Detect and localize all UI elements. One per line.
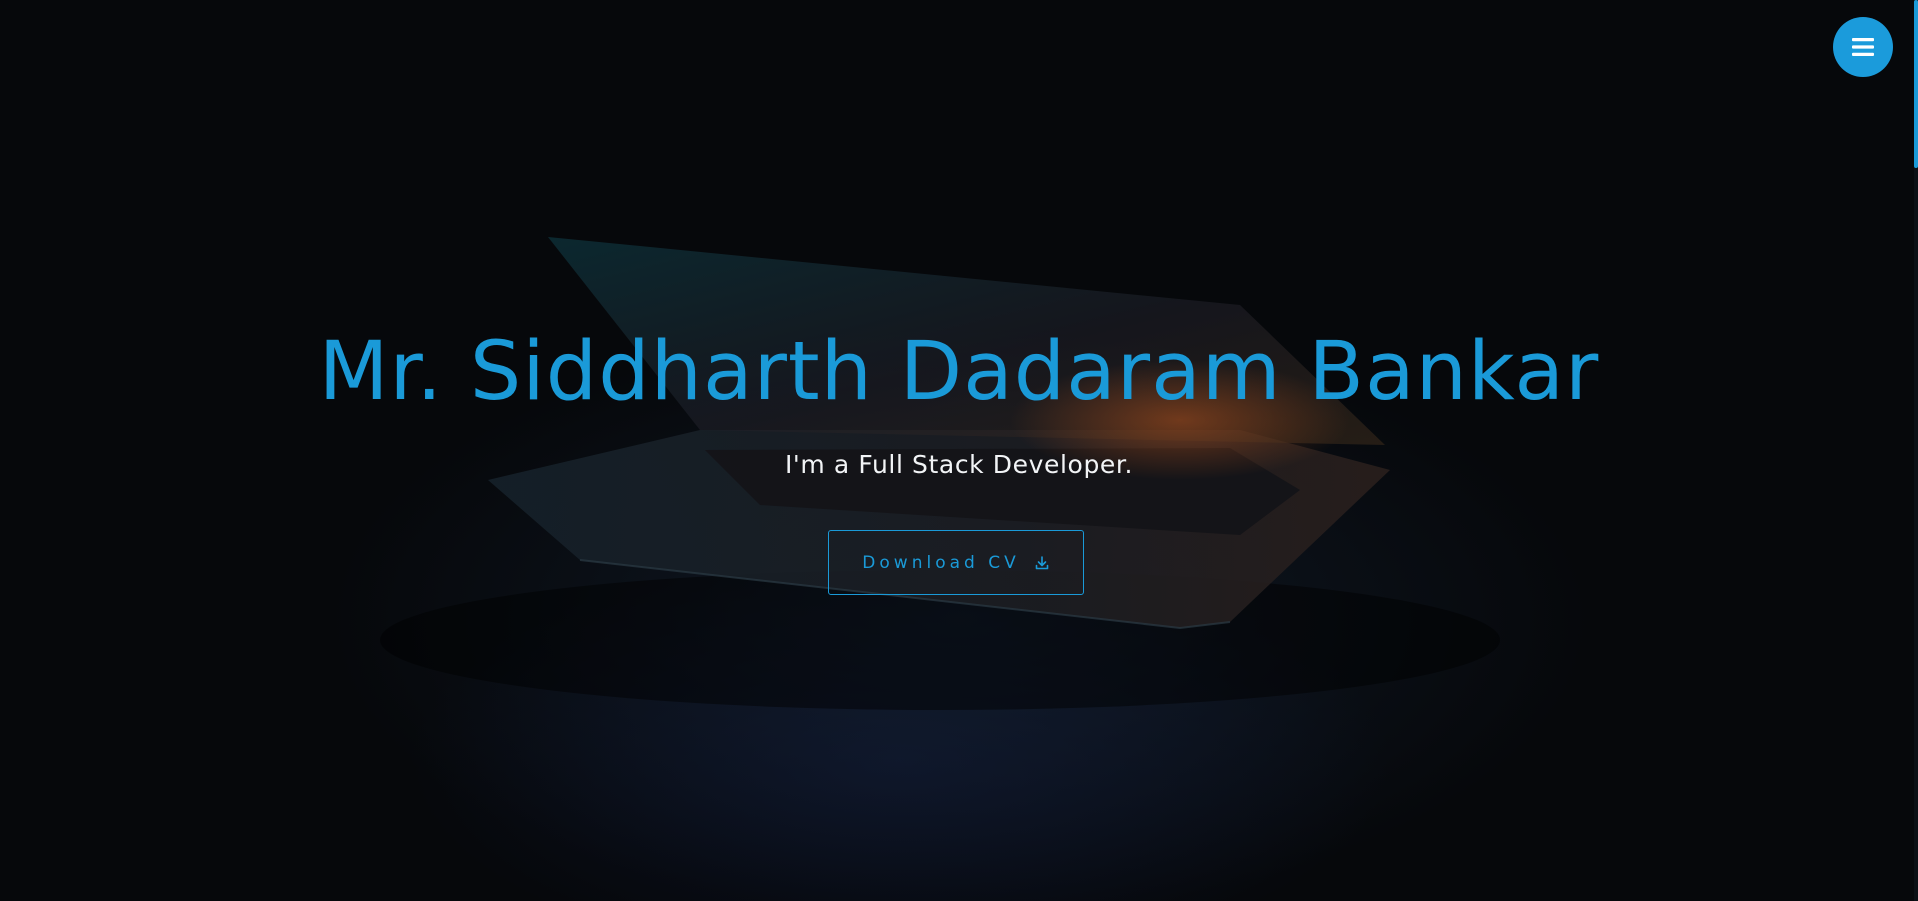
hamburger-icon	[1852, 38, 1874, 56]
download-cv-button[interactable]: Download CV	[828, 530, 1084, 595]
scrollbar-thumb[interactable]	[1914, 0, 1918, 168]
hero-content: Mr. Siddharth Dadaram Bankar I'm a Full …	[0, 0, 1918, 901]
page-scrollbar[interactable]	[1914, 0, 1918, 901]
hero-title: Mr. Siddharth Dadaram Bankar	[318, 325, 1600, 419]
download-icon	[1035, 555, 1049, 569]
hero-section: Mr. Siddharth Dadaram Bankar I'm a Full …	[0, 0, 1918, 901]
hero-subtitle: I'm a Full Stack Developer.	[784, 450, 1134, 479]
download-cv-label: Download CV	[862, 552, 1020, 573]
menu-toggle-button[interactable]	[1833, 17, 1893, 77]
